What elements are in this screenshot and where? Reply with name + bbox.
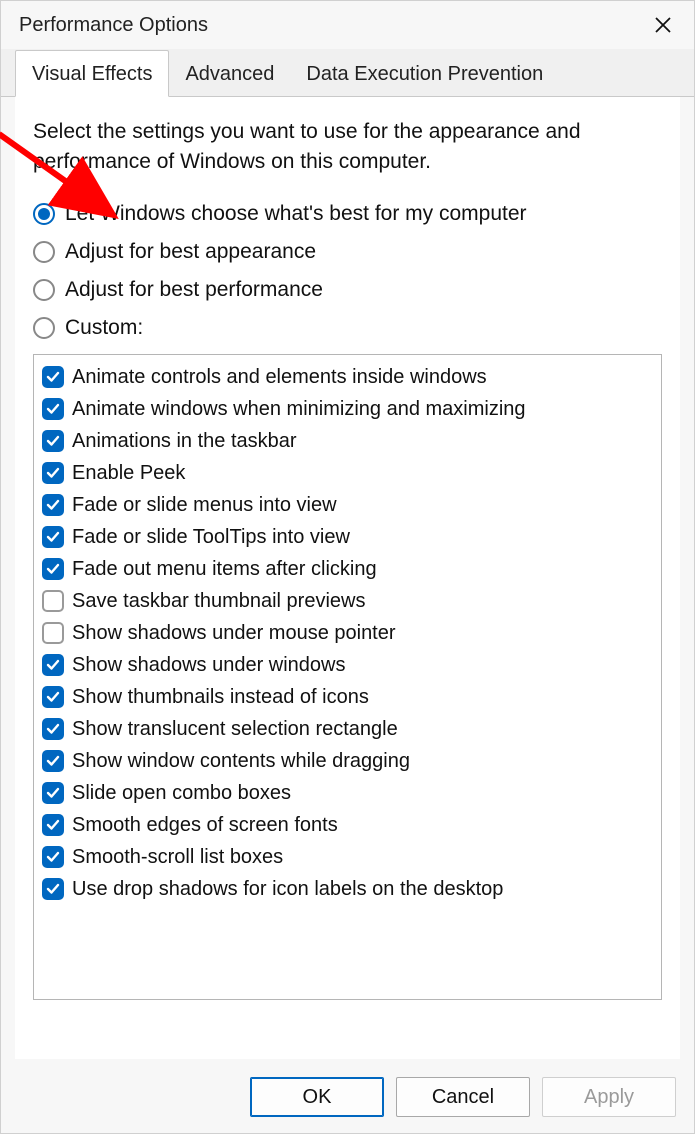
checkbox-option[interactable]: Show shadows under mouse pointer — [42, 617, 653, 649]
checkbox-option[interactable]: Show thumbnails instead of icons — [42, 681, 653, 713]
checkbox-checked-icon — [42, 430, 64, 452]
checkbox-checked-icon — [42, 878, 64, 900]
checkbox-option[interactable]: Smooth-scroll list boxes — [42, 841, 653, 873]
checkbox-option[interactable]: Smooth edges of screen fonts — [42, 809, 653, 841]
visual-effects-panel: Select the settings you want to use for … — [15, 97, 680, 1059]
radio-label: Let Windows choose what's best for my co… — [65, 202, 527, 226]
checkbox-option[interactable]: Fade out menu items after clicking — [42, 553, 653, 585]
close-button[interactable] — [648, 10, 678, 40]
effects-listbox[interactable]: Animate controls and elements inside win… — [33, 354, 662, 1000]
titlebar: Performance Options — [1, 1, 694, 49]
tabstrip: Visual EffectsAdvancedData Execution Pre… — [1, 49, 694, 97]
checkbox-option[interactable]: Animate controls and elements inside win… — [42, 361, 653, 393]
tab-data-execution-prevention[interactable]: Data Execution Prevention — [290, 51, 559, 98]
radio-option[interactable]: Let Windows choose what's best for my co… — [33, 202, 662, 226]
checkbox-checked-icon — [42, 494, 64, 516]
checkbox-option[interactable]: Enable Peek — [42, 457, 653, 489]
checkbox-label: Show shadows under mouse pointer — [72, 620, 396, 646]
radio-icon — [33, 241, 55, 263]
checkbox-label: Enable Peek — [72, 460, 185, 486]
checkbox-option[interactable]: Animate windows when minimizing and maxi… — [42, 393, 653, 425]
checkbox-label: Animate controls and elements inside win… — [72, 364, 487, 390]
checkbox-label: Show shadows under windows — [72, 652, 346, 678]
checkbox-label: Fade out menu items after clicking — [72, 556, 377, 582]
tab-advanced[interactable]: Advanced — [169, 51, 290, 98]
checkbox-option[interactable]: Animations in the taskbar — [42, 425, 653, 457]
tab-visual-effects[interactable]: Visual Effects — [15, 50, 169, 97]
checkbox-label: Animations in the taskbar — [72, 428, 297, 454]
radio-option[interactable]: Adjust for best performance — [33, 278, 662, 302]
checkbox-checked-icon — [42, 654, 64, 676]
radio-icon — [33, 279, 55, 301]
checkbox-checked-icon — [42, 366, 64, 388]
checkbox-option[interactable]: Fade or slide menus into view — [42, 489, 653, 521]
checkbox-option[interactable]: Fade or slide ToolTips into view — [42, 521, 653, 553]
checkbox-label: Fade or slide ToolTips into view — [72, 524, 350, 550]
radio-group: Let Windows choose what's best for my co… — [33, 202, 662, 340]
checkbox-option[interactable]: Show shadows under windows — [42, 649, 653, 681]
dialog-buttons: OK Cancel Apply — [250, 1077, 676, 1117]
checkbox-label: Slide open combo boxes — [72, 780, 291, 806]
radio-label: Adjust for best appearance — [65, 240, 316, 264]
checkbox-checked-icon — [42, 814, 64, 836]
checkbox-label: Smooth edges of screen fonts — [72, 812, 338, 838]
checkbox-option[interactable]: Slide open combo boxes — [42, 777, 653, 809]
checkbox-option[interactable]: Show window contents while dragging — [42, 745, 653, 777]
radio-icon — [33, 317, 55, 339]
radio-option[interactable]: Adjust for best appearance — [33, 240, 662, 264]
ok-button[interactable]: OK — [250, 1077, 384, 1117]
checkbox-label: Show translucent selection rectangle — [72, 716, 398, 742]
checkbox-checked-icon — [42, 782, 64, 804]
checkbox-label: Use drop shadows for icon labels on the … — [72, 876, 503, 902]
checkbox-checked-icon — [42, 526, 64, 548]
performance-options-dialog: Performance Options Visual EffectsAdvanc… — [0, 0, 695, 1134]
checkbox-unchecked-icon — [42, 590, 64, 612]
checkbox-checked-icon — [42, 462, 64, 484]
checkbox-checked-icon — [42, 718, 64, 740]
checkbox-option[interactable]: Save taskbar thumbnail previews — [42, 585, 653, 617]
checkbox-option[interactable]: Use drop shadows for icon labels on the … — [42, 873, 653, 905]
checkbox-checked-icon — [42, 558, 64, 580]
checkbox-unchecked-icon — [42, 622, 64, 644]
checkbox-label: Animate windows when minimizing and maxi… — [72, 396, 526, 422]
radio-label: Adjust for best performance — [65, 278, 323, 302]
checkbox-label: Show window contents while dragging — [72, 748, 410, 774]
close-icon — [654, 16, 672, 34]
window-title: Performance Options — [19, 14, 648, 37]
checkbox-checked-icon — [42, 398, 64, 420]
cancel-button[interactable]: Cancel — [396, 1077, 530, 1117]
radio-label: Custom: — [65, 316, 143, 340]
checkbox-label: Fade or slide menus into view — [72, 492, 337, 518]
radio-icon — [33, 203, 55, 225]
radio-option[interactable]: Custom: — [33, 316, 662, 340]
panel-description: Select the settings you want to use for … — [33, 117, 662, 178]
checkbox-checked-icon — [42, 686, 64, 708]
checkbox-checked-icon — [42, 750, 64, 772]
checkbox-checked-icon — [42, 846, 64, 868]
checkbox-option[interactable]: Show translucent selection rectangle — [42, 713, 653, 745]
checkbox-label: Save taskbar thumbnail previews — [72, 588, 365, 614]
apply-button: Apply — [542, 1077, 676, 1117]
checkbox-label: Show thumbnails instead of icons — [72, 684, 369, 710]
checkbox-label: Smooth-scroll list boxes — [72, 844, 283, 870]
